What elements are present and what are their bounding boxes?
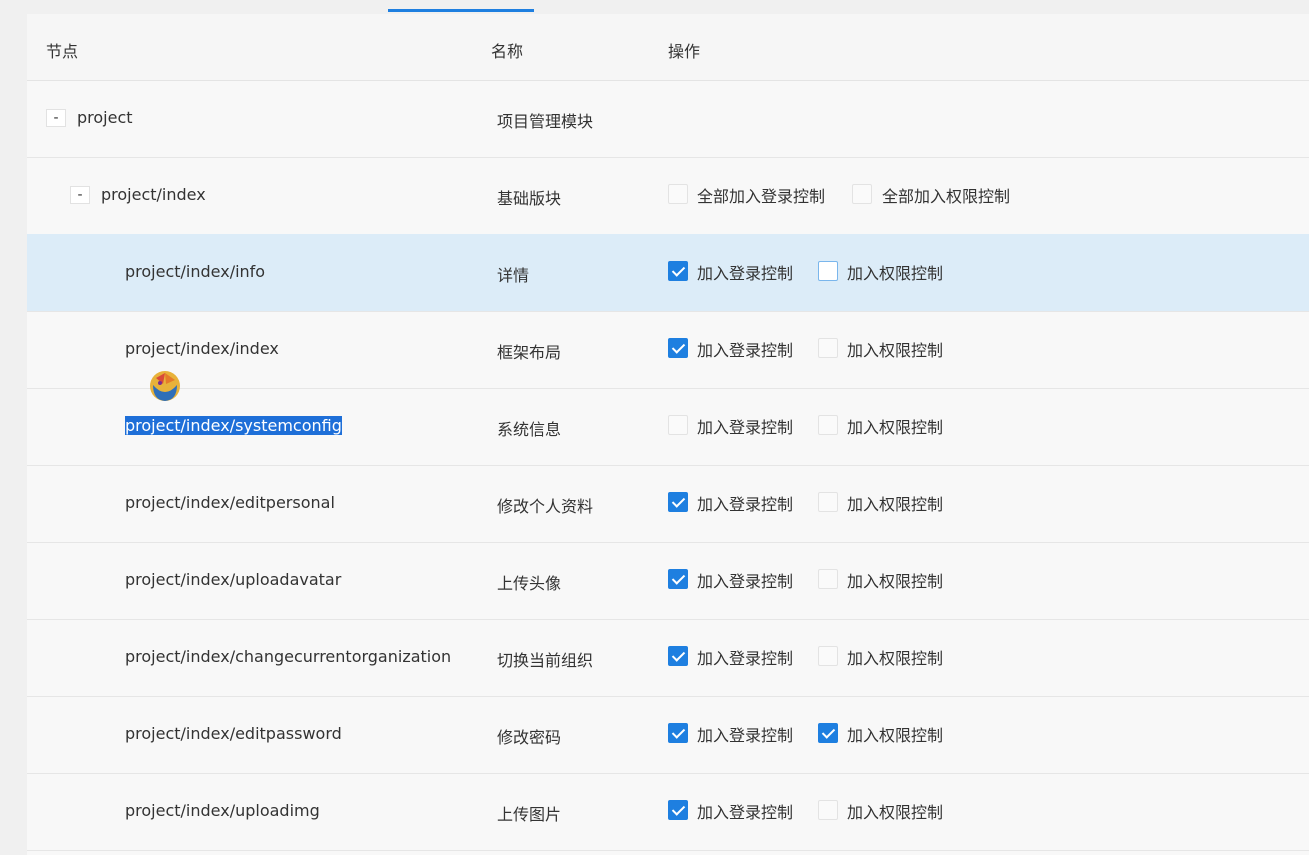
- auth-control-checkbox[interactable]: [818, 569, 838, 589]
- node-name: 详情: [497, 266, 530, 285]
- node-name: 框架布局: [497, 343, 562, 362]
- node-name: 上传图片: [497, 805, 562, 824]
- login-control-checkbox[interactable]: [668, 800, 688, 820]
- login-control-checkbox[interactable]: [668, 569, 688, 589]
- auth-control-label: 加入权限控制: [847, 418, 944, 437]
- node-path: project: [77, 108, 133, 127]
- node-path: project/index/index: [125, 339, 279, 358]
- login-control-checkbox[interactable]: [668, 492, 688, 512]
- auth-control-label: 加入权限控制: [847, 341, 944, 360]
- table-row: project/index/editpersonal 修改个人资料 加入登录控制…: [27, 465, 1309, 543]
- node-path: project/index/editpersonal: [125, 493, 335, 512]
- table-row: project/index/index 框架布局 加入登录控制 加入权限控制: [27, 311, 1309, 389]
- login-control-label: 加入登录控制: [697, 418, 794, 437]
- login-control-label: 加入登录控制: [697, 264, 794, 283]
- login-control-checkbox[interactable]: [668, 646, 688, 666]
- login-control-checkbox[interactable]: [668, 723, 688, 743]
- login-control-checkbox[interactable]: [668, 415, 688, 435]
- table-row: project/index/uploadavatar 上传头像 加入登录控制 加…: [27, 542, 1309, 620]
- auth-control-label: 加入权限控制: [847, 572, 944, 591]
- auth-control-checkbox[interactable]: [818, 261, 838, 281]
- table-row: - project/index 基础版块 全部加入登录控制 全部加入权限控制: [27, 157, 1309, 235]
- node-name: 基础版块: [497, 189, 562, 208]
- node-path: project/index: [101, 185, 206, 204]
- all-login-control-label: 全部加入登录控制: [697, 187, 826, 206]
- login-control-label: 加入登录控制: [697, 726, 794, 745]
- node-name: 修改个人资料: [497, 497, 594, 516]
- table-row: project/index/changecurrentorganization …: [27, 619, 1309, 697]
- auth-control-checkbox[interactable]: [818, 415, 838, 435]
- table-row[interactable]: project/index/info 详情 加入登录控制 加入权限控制: [27, 234, 1309, 312]
- table-header: 节点 名称 操作: [27, 14, 1309, 81]
- table-row: project/index/systemconfig 系统信息 加入登录控制 加…: [27, 388, 1309, 466]
- node-path: project/index/uploadimg: [125, 801, 320, 820]
- login-control-label: 加入登录控制: [697, 341, 794, 360]
- active-tab-indicator: [388, 9, 534, 12]
- all-auth-control-checkbox[interactable]: [852, 184, 872, 204]
- auth-control-checkbox[interactable]: [818, 723, 838, 743]
- auth-control-label: 加入权限控制: [847, 649, 944, 668]
- header-action: 操作: [668, 42, 701, 61]
- collapse-toggle[interactable]: -: [70, 186, 90, 204]
- node-path-selected-text: project/index/systemconfig: [125, 416, 342, 435]
- auth-control-checkbox[interactable]: [818, 338, 838, 358]
- node-name: 切换当前组织: [497, 651, 594, 670]
- auth-control-label: 加入权限控制: [847, 264, 944, 283]
- table-row: project/index/editpassword 修改密码 加入登录控制 加…: [27, 696, 1309, 774]
- node-path: project/index/uploadavatar: [125, 570, 342, 589]
- node-name: 系统信息: [497, 420, 562, 439]
- auth-control-label: 加入权限控制: [847, 803, 944, 822]
- all-login-control-checkbox[interactable]: [668, 184, 688, 204]
- node-table: 节点 名称 操作 - project 项目管理模块 - project/inde…: [27, 14, 1309, 855]
- node-path: project/index/info: [125, 262, 266, 281]
- login-control-label: 加入登录控制: [697, 495, 794, 514]
- login-control-label: 加入登录控制: [697, 572, 794, 591]
- node-name: 上传头像: [497, 574, 562, 593]
- collapse-toggle[interactable]: -: [46, 109, 66, 127]
- header-node: 节点: [46, 42, 79, 61]
- page: 节点 名称 操作 - project 项目管理模块 - project/inde…: [0, 0, 1309, 855]
- auth-control-checkbox[interactable]: [818, 646, 838, 666]
- header-name: 名称: [491, 42, 524, 61]
- login-control-checkbox[interactable]: [668, 261, 688, 281]
- app-cursor-icon: [150, 371, 180, 401]
- node-name: 修改密码: [497, 728, 562, 747]
- node-name: 项目管理模块: [497, 112, 594, 131]
- auth-control-checkbox[interactable]: [818, 492, 838, 512]
- login-control-checkbox[interactable]: [668, 338, 688, 358]
- table-row: - project 项目管理模块: [27, 80, 1309, 158]
- auth-control-label: 加入权限控制: [847, 495, 944, 514]
- all-auth-control-label: 全部加入权限控制: [882, 187, 1011, 206]
- node-path: project/index/editpassword: [125, 724, 342, 743]
- login-control-label: 加入登录控制: [697, 649, 794, 668]
- auth-control-label: 加入权限控制: [847, 726, 944, 745]
- table-row: project/index/uploadimg 上传图片 加入登录控制 加入权限…: [27, 773, 1309, 851]
- auth-control-checkbox[interactable]: [818, 800, 838, 820]
- node-path: project/index/changecurrentorganization: [125, 647, 452, 666]
- login-control-label: 加入登录控制: [697, 803, 794, 822]
